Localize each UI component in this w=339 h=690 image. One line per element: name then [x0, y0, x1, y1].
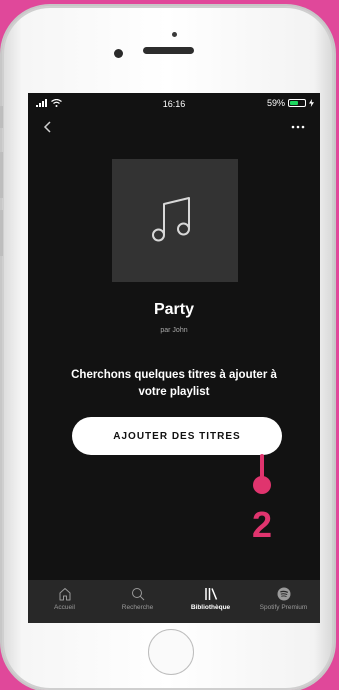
empty-playlist-message: Cherchons quelques titres à ajouter à vo… [71, 369, 277, 398]
status-right: 59% [267, 98, 314, 108]
annotation-pointer-line [260, 454, 264, 478]
tab-home-label: Accueil [54, 604, 75, 611]
spotify-icon [277, 587, 290, 601]
annotation-pointer-dot [253, 476, 271, 494]
mute-switch [0, 106, 3, 128]
search-icon [131, 588, 144, 601]
phone-frame: 16:16 59% Party par John Cherchons quelq… [0, 6, 334, 690]
battery-percent: 59% [266, 98, 285, 108]
battery-fill [290, 101, 298, 105]
tab-search-label: Recherche [121, 604, 154, 611]
music-note-icon [152, 196, 190, 241]
tab-library-label: Bibliothèque [190, 604, 231, 611]
tab-home[interactable]: Accueil [28, 580, 101, 623]
library-icon [204, 588, 217, 600]
home-button[interactable] [148, 629, 194, 675]
volume-down-button [0, 210, 3, 256]
tab-search[interactable]: Recherche [101, 580, 174, 623]
earpiece-speaker [143, 47, 194, 54]
playlist-owner: par John [160, 327, 188, 334]
top-bar [28, 115, 320, 141]
add-songs-button[interactable]: AJOUTER DES TITRES [72, 417, 282, 455]
home-icon [59, 588, 70, 601]
battery-icon [288, 99, 306, 107]
tab-premium[interactable]: Spotify Premium [247, 580, 320, 623]
tab-premium-label: Spotify Premium [259, 604, 308, 611]
app-screen: 16:16 59% Party par John Cherchons quelq… [28, 93, 320, 623]
volume-up-button [0, 152, 3, 198]
status-bar: 16:16 59% [28, 93, 320, 115]
proximity-sensor [172, 32, 177, 37]
annotation-step-number: 2 [251, 504, 273, 545]
front-camera [114, 49, 123, 58]
charging-icon [309, 99, 314, 107]
bottom-tab-bar: Accueil Recherche Bibliothèque Spotify P… [28, 580, 320, 623]
back-chevron-icon[interactable] [40, 117, 56, 137]
more-options-icon[interactable] [288, 117, 308, 137]
tab-library[interactable]: Bibliothèque [174, 580, 247, 623]
playlist-title: Party [153, 301, 195, 318]
playlist-cover [112, 159, 238, 282]
